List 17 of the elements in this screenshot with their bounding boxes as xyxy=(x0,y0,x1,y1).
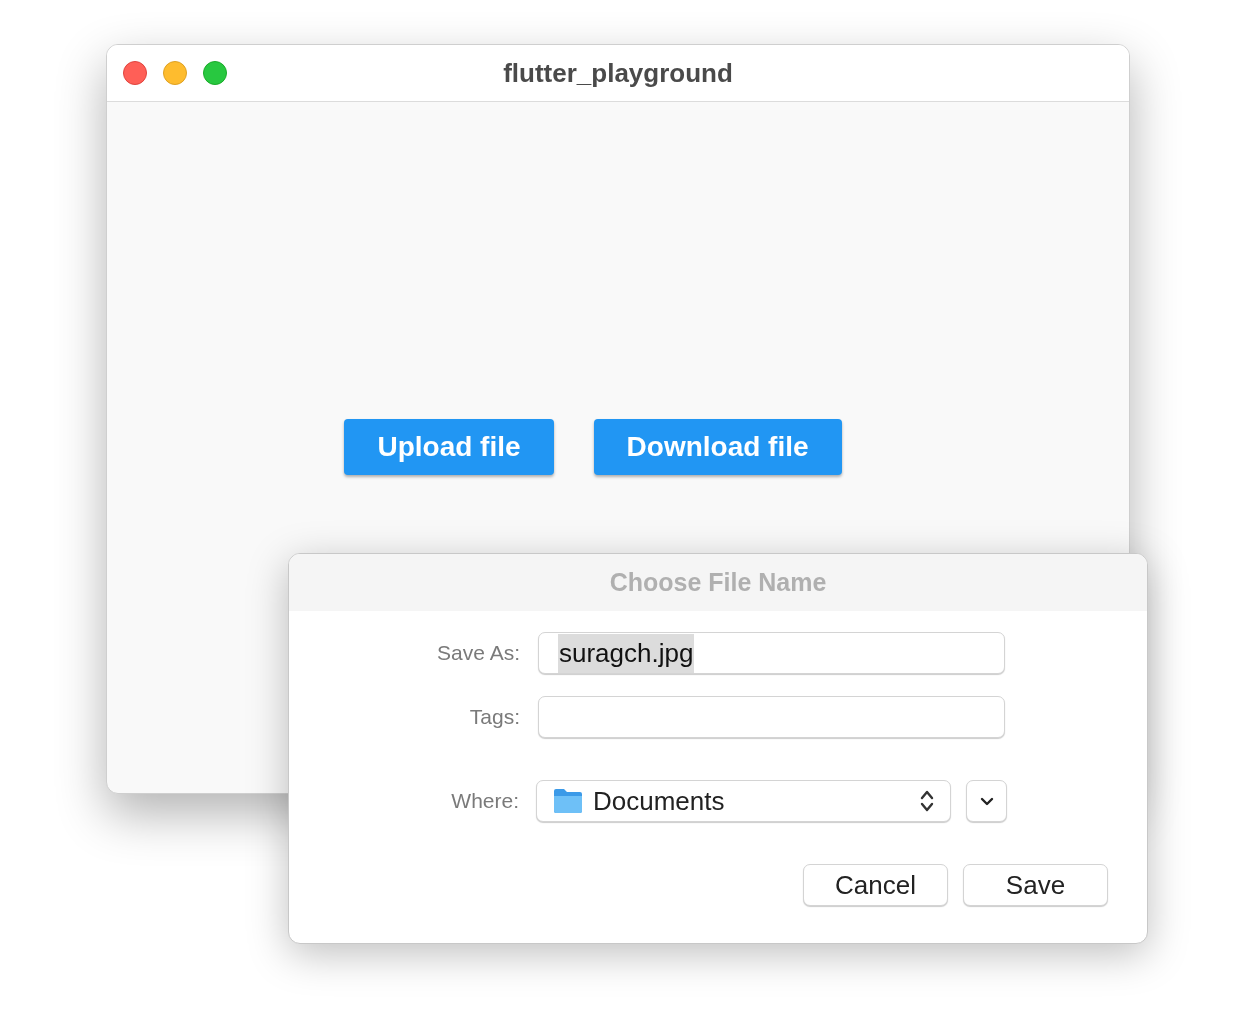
field-label: Tags: xyxy=(468,704,520,731)
close-button[interactable] xyxy=(123,61,147,85)
field-label: Where: xyxy=(450,788,520,815)
input-field[interactable] xyxy=(538,696,1005,738)
field-label: Save As: xyxy=(436,640,520,667)
dialog-button[interactable]: Cancel xyxy=(803,864,948,906)
minimize-button[interactable] xyxy=(163,61,187,85)
input-field[interactable]: suragch.jpg xyxy=(538,632,1005,674)
folder-icon xyxy=(553,788,583,814)
window-title: flutter_playground xyxy=(503,56,733,90)
chevron-down-icon xyxy=(979,796,994,806)
dialog-button[interactable]: Save xyxy=(963,864,1108,906)
zoom-button[interactable] xyxy=(203,61,227,85)
location-dropdown[interactable]: Documents xyxy=(536,780,951,822)
up-down-chevron-icon xyxy=(920,789,934,813)
dialog-title: Choose File Name xyxy=(609,566,827,598)
expand-button[interactable] xyxy=(966,780,1007,822)
